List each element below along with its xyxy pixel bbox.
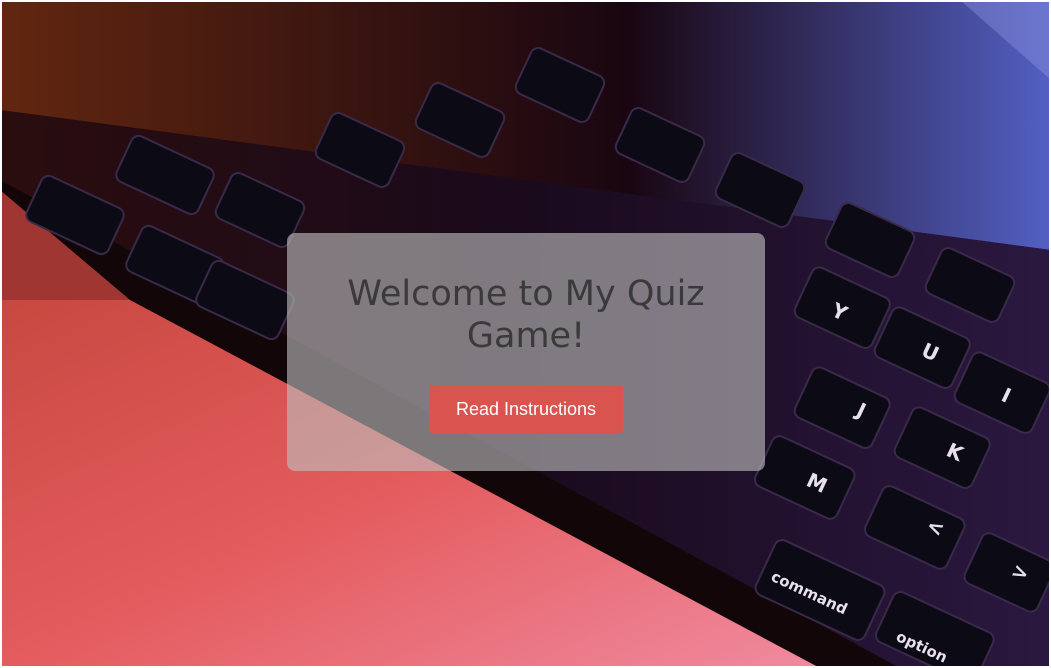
welcome-card: Welcome to My Quiz Game! Read Instructio… bbox=[287, 233, 765, 471]
welcome-title: Welcome to My Quiz Game! bbox=[347, 274, 705, 356]
page: Y U I J K M < > command option Welcome t… bbox=[0, 0, 1051, 668]
read-instructions-button[interactable]: Read Instructions bbox=[429, 385, 623, 433]
